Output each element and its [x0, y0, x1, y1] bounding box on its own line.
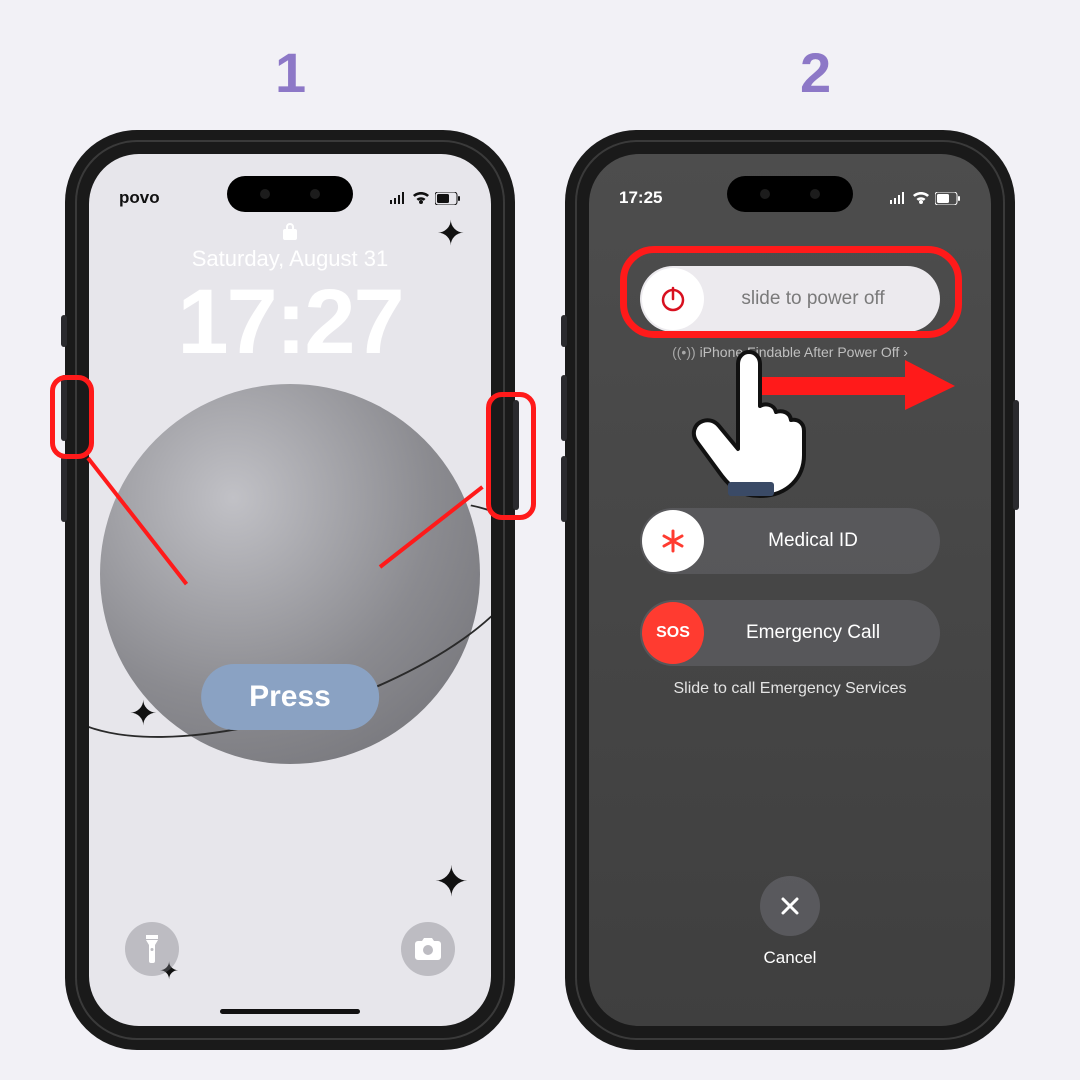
lock-date: Saturday, August 31 — [89, 246, 491, 272]
phone-lockscreen: ✦ ✦ ✦ ✦ povo Saturday, August 31 17:27 P… — [75, 140, 505, 1040]
status-time: 17:25 — [619, 188, 662, 208]
sos-knob[interactable]: SOS — [642, 602, 704, 664]
side-power-button[interactable] — [513, 400, 519, 510]
battery-icon — [935, 192, 961, 205]
status-icons — [889, 192, 961, 205]
wifi-icon — [413, 192, 429, 204]
emergency-call-slider[interactable]: SOS Emergency Call — [640, 600, 940, 666]
slide-to-power-off[interactable]: slide to power off — [640, 266, 940, 332]
press-annotation: Press — [201, 664, 379, 730]
volume-up-button[interactable] — [561, 375, 567, 441]
cancel-label: Cancel — [589, 948, 991, 968]
flashlight-button[interactable] — [125, 922, 179, 976]
medical-id-slider[interactable]: Medical ID — [640, 508, 940, 574]
wifi-icon — [913, 192, 929, 204]
dynamic-island — [227, 176, 353, 212]
dynamic-island — [727, 176, 853, 212]
signal-icon — [389, 192, 407, 204]
power-off-knob[interactable] — [642, 268, 704, 330]
carrier-label: povo — [119, 188, 160, 208]
medical-id-label: Medical ID — [706, 530, 940, 552]
close-icon — [779, 895, 801, 917]
flashlight-icon — [141, 935, 163, 963]
power-icon — [658, 284, 688, 314]
home-indicator[interactable] — [220, 1009, 360, 1014]
step-number-1: 1 — [275, 40, 306, 105]
hand-pointer-icon — [690, 350, 810, 505]
volume-down-button[interactable] — [561, 456, 567, 522]
side-power-button[interactable] — [1013, 400, 1019, 510]
battery-icon — [435, 192, 461, 205]
silent-switch[interactable] — [61, 315, 67, 347]
sparkle-icon: ✦ — [434, 857, 469, 906]
asterisk-icon — [660, 528, 686, 554]
silent-switch[interactable] — [561, 315, 567, 347]
emergency-call-label: Emergency Call — [706, 622, 940, 644]
power-off-label: slide to power off — [706, 288, 940, 310]
cancel-button[interactable] — [760, 876, 820, 936]
signal-icon — [889, 192, 907, 204]
volume-down-button[interactable] — [61, 456, 67, 522]
medical-id-knob[interactable] — [642, 510, 704, 572]
phone-poweroff: 17:25 slide to power off ((•)) iPhone Fi… — [575, 140, 1005, 1040]
status-icons — [389, 192, 461, 205]
volume-up-button[interactable] — [61, 375, 67, 441]
step-number-2: 2 — [800, 40, 831, 105]
emergency-hint: Slide to call Emergency Services — [589, 680, 991, 698]
lock-icon — [283, 222, 297, 245]
sparkle-icon: ✦ — [129, 694, 158, 734]
camera-icon — [415, 938, 441, 960]
lock-time: 17:27 — [89, 270, 491, 375]
camera-button[interactable] — [401, 922, 455, 976]
